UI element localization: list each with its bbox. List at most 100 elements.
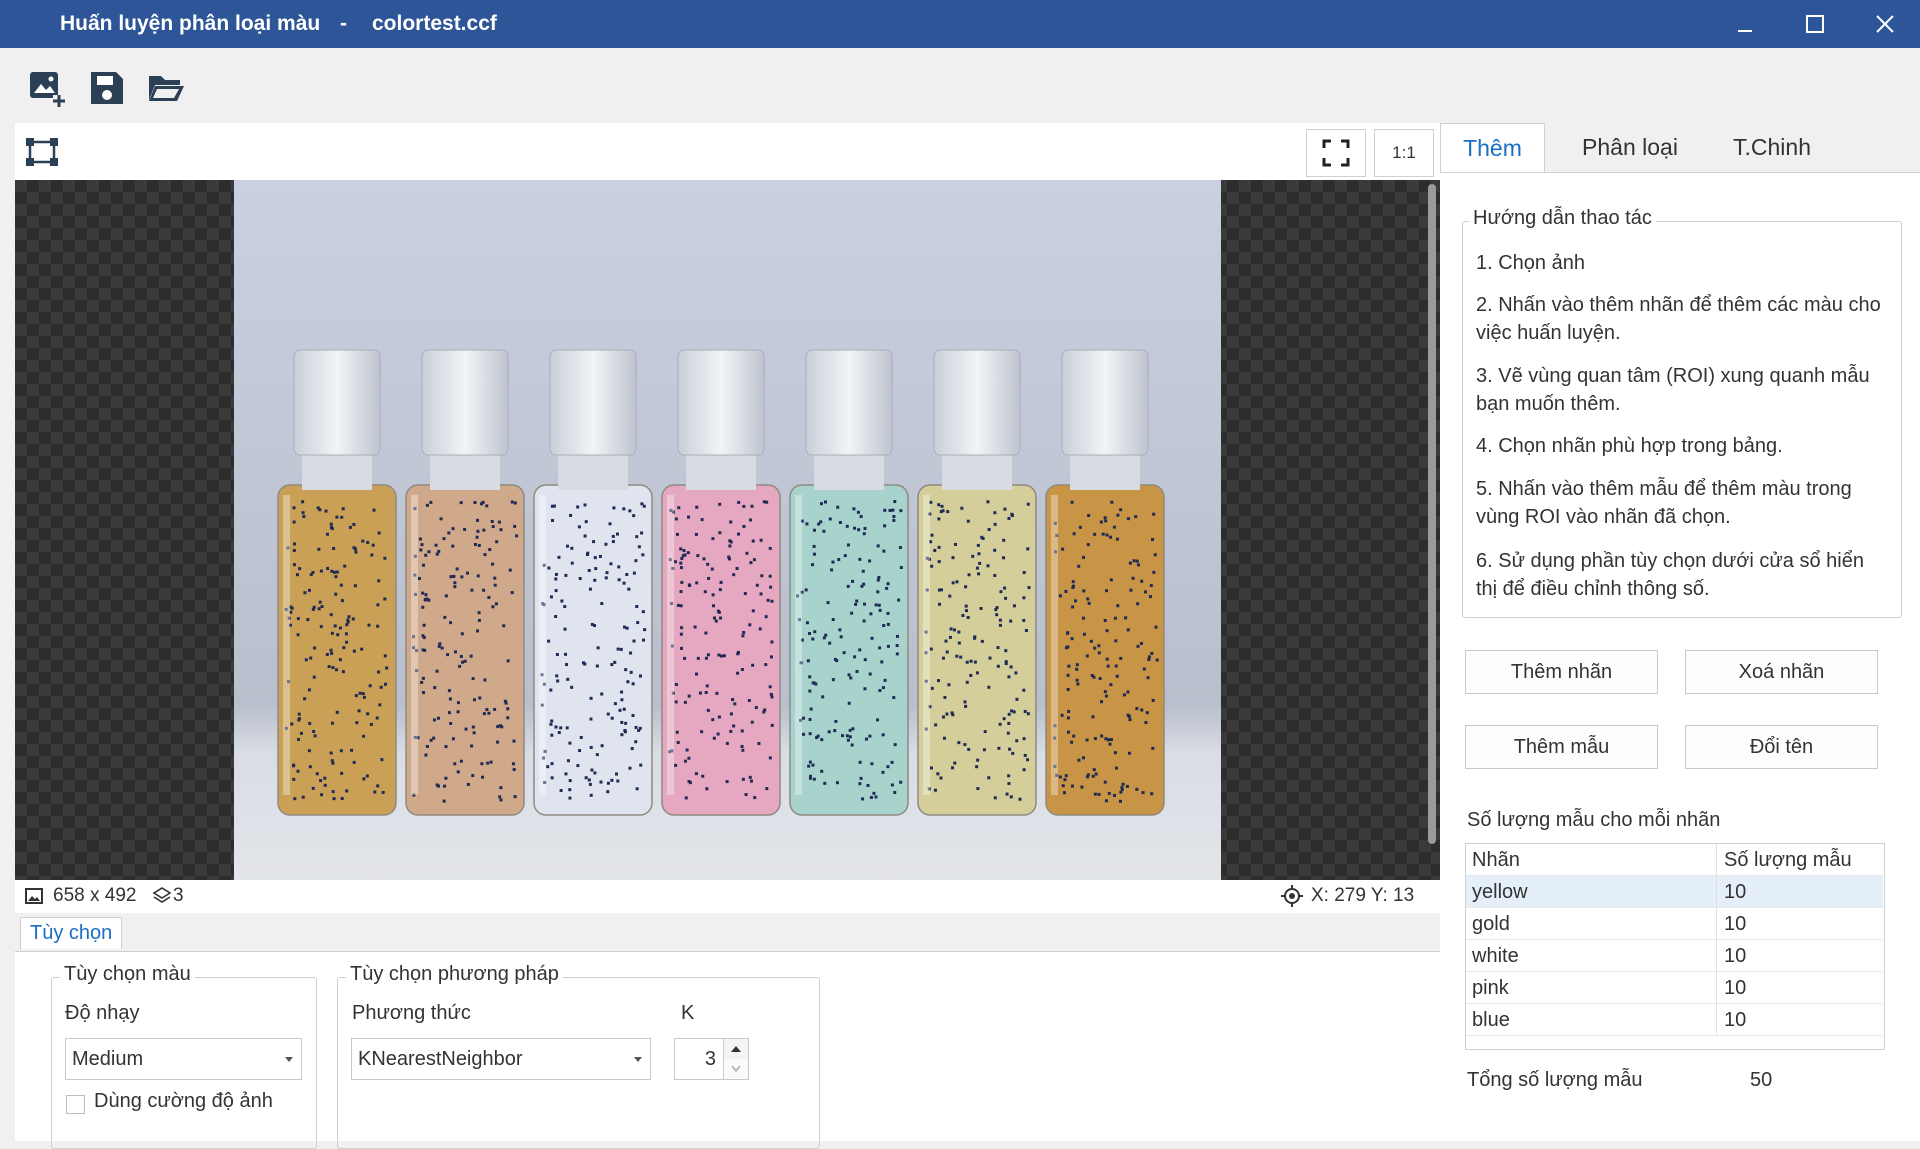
k-value: 3 [704,1048,716,1070]
add-image-icon [30,72,65,107]
bottle [277,349,397,816]
method-options-group: Tùy chọn phương pháp Phương thức K KNear… [337,963,820,1149]
options-body: Tùy chọn màu Độ nhạy Medium Dùng cường đ… [15,951,1440,1149]
vertical-scrollbar[interactable] [1428,184,1436,844]
table-row[interactable]: gold 10 [1466,908,1883,940]
save-icon [91,72,123,104]
maximize-button[interactable] [1780,0,1850,48]
row-label: blue [1472,1009,1510,1031]
guide-step: 6. Sử dụng phần tùy chọn dưới cửa sổ hiể… [1476,550,1864,600]
chevron-down-icon [731,1065,741,1073]
chevron-down-icon [634,1057,642,1062]
add-image-button[interactable] [27,68,67,108]
k-label: K [681,1002,695,1024]
row-label: pink [1472,977,1509,999]
method-value: KNearestNeighbor [358,1048,523,1070]
samples-title: Số lượng mẫu cho mỗi nhãn [1467,809,1721,831]
row-label: yellow [1472,881,1528,903]
add-tab-body: Hướng dẫn thao tác 1. Chọn ảnh 2. Nhấn v… [1440,172,1920,1141]
open-folder-button[interactable] [146,68,186,108]
bottle [917,349,1037,816]
fullscreen-button[interactable] [1306,129,1366,177]
column-header-count[interactable]: Số lượng mẫu [1724,849,1852,872]
close-icon [1876,15,1894,33]
method-options-title: Tùy chọn phương pháp [346,963,563,986]
image-icon [25,888,43,904]
tab-classify[interactable]: Phân loại [1560,123,1700,172]
samples-table: Nhãn Số lượng mẫu yellow 10 gold 10 whit… [1465,843,1885,1050]
right-panel: Thêm Phân loại T.Chinh Hướng dẫn thao tá… [1440,123,1920,1141]
row-count: 10 [1724,945,1747,967]
row-count: 10 [1724,913,1747,935]
delete-label-button[interactable]: Xoá nhãn [1685,650,1878,694]
k-increment-button[interactable] [723,1039,748,1060]
add-label-button[interactable]: Thêm nhãn [1465,650,1658,694]
minimize-button[interactable] [1710,0,1780,48]
status-bar: 658 x 492 3 X: 279 Y: 13 [15,880,1440,913]
table-row[interactable]: yellow 10 [1466,876,1883,908]
method-label: Phương thức [352,1002,471,1024]
table-header: Nhãn Số lượng mẫu [1466,844,1883,876]
column-header-label: Nhãn [1472,849,1520,871]
image-canvas[interactable] [15,180,1440,880]
toolbar [0,48,1920,123]
bottle [789,349,909,816]
intensity-checkbox-label: Dùng cường độ ảnh [94,1090,273,1112]
total-label: Tổng số lượng mẫu [1467,1069,1643,1091]
bottle [533,349,653,816]
row-count: 10 [1724,881,1747,903]
bottle [405,349,525,816]
app-title: Huấn luyện phân loại màu [60,12,321,35]
row-label: white [1472,945,1519,967]
viewer-toolbar: 1:1 [15,123,1440,180]
add-sample-button[interactable]: Thêm mẫu [1465,725,1658,769]
chevron-up-icon [731,1046,741,1052]
crosshair-icon [1281,885,1303,907]
row-count: 10 [1724,1009,1747,1031]
guide-title: Hướng dẫn thao tác [1469,207,1656,230]
actual-size-button[interactable]: 1:1 [1374,129,1434,177]
sample-photo [234,180,1221,880]
options-panel: Tùy chọn Tùy chọn màu Độ nhạy Medium Dùn… [15,913,1440,1149]
method-dropdown[interactable]: KNearestNeighbor [351,1038,651,1080]
bottle [1045,349,1165,816]
row-count: 10 [1724,977,1747,999]
tab-options[interactable]: Tùy chọn [20,917,123,949]
guide-step: 5. Nhấn vào thêm mẫu để thêm màu trong v… [1476,478,1852,528]
guide-step: 2. Nhấn vào thêm nhãn để thêm các màu ch… [1476,294,1881,344]
table-row[interactable]: white 10 [1466,940,1883,972]
save-button[interactable] [87,68,127,108]
title-bar: Huấn luyện phân loại màu - colortest.ccf [0,0,1920,48]
guide-step: 4. Chọn nhãn phù hợp trong bảng. [1476,435,1783,457]
chevron-down-icon [285,1057,293,1062]
tab-add[interactable]: Thêm [1440,123,1545,173]
layers-icon [152,887,172,903]
right-tabs: Thêm Phân loại T.Chinh [1440,123,1920,173]
rename-button[interactable]: Đổi tên [1685,725,1878,769]
guide-step: 1. Chọn ảnh [1476,252,1585,274]
file-name: colortest.ccf [372,12,497,35]
k-stepper[interactable]: 3 [674,1038,749,1080]
sensitivity-value: Medium [72,1048,144,1070]
tab-settings[interactable]: T.Chinh [1702,123,1842,172]
cursor-position: X: 279 Y: 13 [1311,885,1415,906]
row-label: gold [1472,913,1510,935]
total-value: 50 [1750,1069,1773,1091]
title-separator: - [340,12,347,35]
close-button[interactable] [1850,0,1920,48]
intensity-checkbox[interactable] [66,1095,85,1114]
layer-count: 3 [173,885,184,906]
maximize-icon [1806,15,1824,33]
guide-step: 3. Vẽ vùng quan tâm (ROI) xung quanh mẫu… [1476,365,1870,415]
fit-view-button[interactable] [25,137,59,167]
image-size: 658 x 492 [53,885,137,906]
image-viewer: 1:1 658 x 492 3 X: 279 Y: 13 [15,123,1440,913]
open-folder-icon [149,76,184,101]
table-row[interactable]: blue 10 [1466,1004,1883,1036]
roi-select-icon [26,138,58,166]
sensitivity-dropdown[interactable]: Medium [65,1038,302,1080]
guide-group: Hướng dẫn thao tác 1. Chọn ảnh 2. Nhấn v… [1462,207,1902,618]
table-row[interactable]: pink 10 [1466,972,1883,1004]
color-options-group: Tùy chọn màu Độ nhạy Medium Dùng cường đ… [51,963,317,1149]
k-decrement-button[interactable] [723,1059,748,1079]
